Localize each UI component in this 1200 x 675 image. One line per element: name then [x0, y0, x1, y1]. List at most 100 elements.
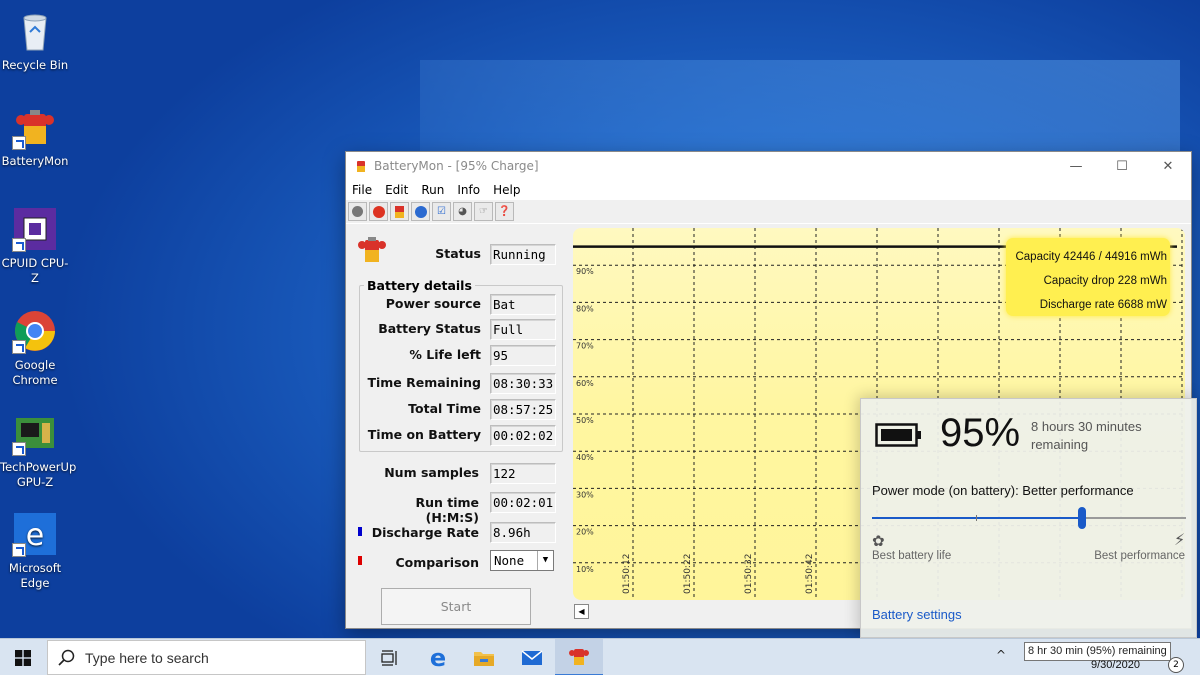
- menu-info[interactable]: Info: [457, 183, 480, 197]
- edge-icon: e: [12, 511, 58, 557]
- gpuz-icon: [12, 410, 58, 456]
- slider-thumb[interactable]: [1078, 507, 1087, 529]
- discharge-rate-text: Discharge rate 6688 mW: [1039, 299, 1167, 311]
- menu-edit[interactable]: Edit: [385, 183, 408, 197]
- menu-file[interactable]: File: [352, 183, 372, 197]
- show-hidden-icons-chevron-icon[interactable]: ^: [996, 648, 1006, 662]
- search-placeholder: Type here to search: [85, 649, 209, 666]
- y-tick-label: 90%: [576, 267, 594, 276]
- desktop-icon-batterymon[interactable]: BatteryMon: [0, 104, 70, 169]
- desktop-icon-recycle-bin[interactable]: Recycle Bin: [0, 8, 70, 73]
- gauge-button[interactable]: ◕: [453, 202, 472, 221]
- comparison-select[interactable]: None ▼: [490, 550, 554, 571]
- y-tick-label: 20%: [576, 528, 594, 537]
- time-remaining-label: Time Remaining: [367, 375, 481, 390]
- power-source-label: Power source: [385, 296, 481, 311]
- run-time-label: Run time (H:M:S): [415, 495, 479, 525]
- scroll-left-icon[interactable]: ◀: [574, 604, 589, 619]
- comparison-color-swatch: [358, 556, 362, 565]
- notification-icon[interactable]: 2: [1168, 657, 1184, 673]
- hand-icon: ☞: [479, 206, 488, 217]
- comparison-value: None: [494, 553, 525, 568]
- hand-button[interactable]: ☞: [474, 202, 493, 221]
- minimize-button[interactable]: —: [1053, 152, 1099, 180]
- help-icon: ❓: [498, 206, 511, 217]
- battery-logo-icon: [358, 237, 386, 262]
- help-button[interactable]: ❓: [495, 202, 514, 221]
- task-view-button[interactable]: [366, 639, 414, 675]
- close-button[interactable]: ✕: [1145, 152, 1191, 180]
- taskbar-batterymon-button[interactable]: [555, 639, 603, 675]
- discharge-color-swatch: [358, 527, 362, 536]
- chrome-icon: [12, 308, 58, 354]
- time-remaining-value: 08:30:33: [490, 373, 556, 394]
- record-icon: [352, 206, 363, 217]
- battery-status-label: Battery Status: [378, 321, 481, 336]
- num-samples-label: Num samples: [384, 465, 479, 480]
- status-value: Running: [490, 244, 556, 265]
- y-tick-label: 50%: [576, 416, 594, 425]
- x-tick-label: 01:50:32: [744, 554, 754, 594]
- remaining-line1: 8 hours 30 minutes: [1031, 419, 1142, 434]
- menu-run[interactable]: Run: [421, 183, 444, 197]
- num-samples-value: 122: [490, 463, 556, 484]
- y-tick-label: 30%: [576, 490, 594, 499]
- taskbar-date[interactable]: 9/30/2020: [1091, 659, 1140, 671]
- power-source-value: Bat: [490, 294, 556, 315]
- search-icon: [58, 649, 75, 666]
- app-icon: [357, 161, 365, 172]
- total-time-value: 08:57:25: [490, 399, 556, 420]
- desktop-icon-label: Google Chrome: [12, 358, 58, 387]
- stop-button[interactable]: [369, 202, 388, 221]
- menu-bar: File Edit Run Info Help: [346, 180, 1191, 200]
- info-icon: [414, 205, 427, 218]
- info-button[interactable]: [411, 202, 430, 221]
- window-title: BatteryMon - [95% Charge]: [374, 159, 539, 173]
- record-button[interactable]: [348, 202, 367, 221]
- mail-icon: [521, 649, 543, 665]
- y-tick-label: 70%: [576, 342, 594, 351]
- svg-text:e: e: [26, 518, 44, 553]
- start-button[interactable]: Start: [381, 588, 531, 625]
- checklist-button[interactable]: ☑: [432, 202, 451, 221]
- taskbar-mail-button[interactable]: [508, 639, 556, 675]
- battery-settings-link[interactable]: Battery settings: [872, 607, 962, 622]
- toolbar: ☑ ◕ ☞ ❓: [346, 200, 1191, 224]
- y-tick-label: 60%: [576, 379, 594, 388]
- desktop-icon-chrome[interactable]: Google Chrome: [0, 308, 70, 388]
- taskbar-edge-button[interactable]: e: [414, 639, 462, 675]
- remaining-line2: remaining: [1031, 437, 1089, 452]
- x-tick-label: 01:50:12: [622, 554, 632, 594]
- start-menu-button[interactable]: [0, 639, 46, 675]
- comparison-label: Comparison: [395, 555, 479, 570]
- battery-button[interactable]: [390, 202, 409, 221]
- capacity-drop-text: Capacity drop 228 mWh: [1043, 275, 1167, 287]
- batterymon-icon: [12, 104, 58, 150]
- gauge-icon: ◕: [458, 206, 467, 217]
- capacity-text: Capacity 42446 / 44916 mWh: [1015, 251, 1167, 263]
- battery-percent: 95%: [940, 411, 1021, 455]
- checklist-icon: ☑: [437, 206, 446, 217]
- stop-icon: [372, 205, 385, 218]
- time-on-battery-label: Time on Battery: [367, 427, 481, 442]
- recycle-bin-icon: [12, 8, 58, 54]
- battery-flyout: 95% 8 hours 30 minutes remaining Power m…: [860, 398, 1197, 638]
- y-tick-label: 10%: [576, 565, 594, 574]
- discharge-rate-label: Discharge Rate: [371, 525, 479, 540]
- desktop-icon-cpuz[interactable]: CPUID CPU-Z: [0, 206, 70, 286]
- power-mode-slider[interactable]: [872, 507, 1186, 529]
- taskbar-search-box[interactable]: Type here to search: [47, 640, 366, 675]
- taskbar-explorer-button[interactable]: [460, 639, 508, 675]
- maximize-button[interactable]: ☐: [1099, 152, 1145, 180]
- desktop-icon-gpuz[interactable]: TechPowerUp GPU-Z: [0, 410, 77, 490]
- desktop-icon-label: Recycle Bin: [1, 58, 69, 72]
- taskbar: Type here to search e ^: [0, 638, 1200, 675]
- y-tick-label: 40%: [576, 453, 594, 462]
- lightning-icon: ⚡: [1174, 530, 1186, 549]
- desktop-icon-label: Microsoft Edge: [8, 561, 62, 590]
- menu-help[interactable]: Help: [493, 183, 520, 197]
- desktop-icon-label: TechPowerUp GPU-Z: [0, 460, 77, 489]
- battery-status-value: Full: [490, 319, 556, 340]
- folder-icon: [474, 651, 494, 666]
- desktop-icon-edge[interactable]: e Microsoft Edge: [0, 511, 70, 591]
